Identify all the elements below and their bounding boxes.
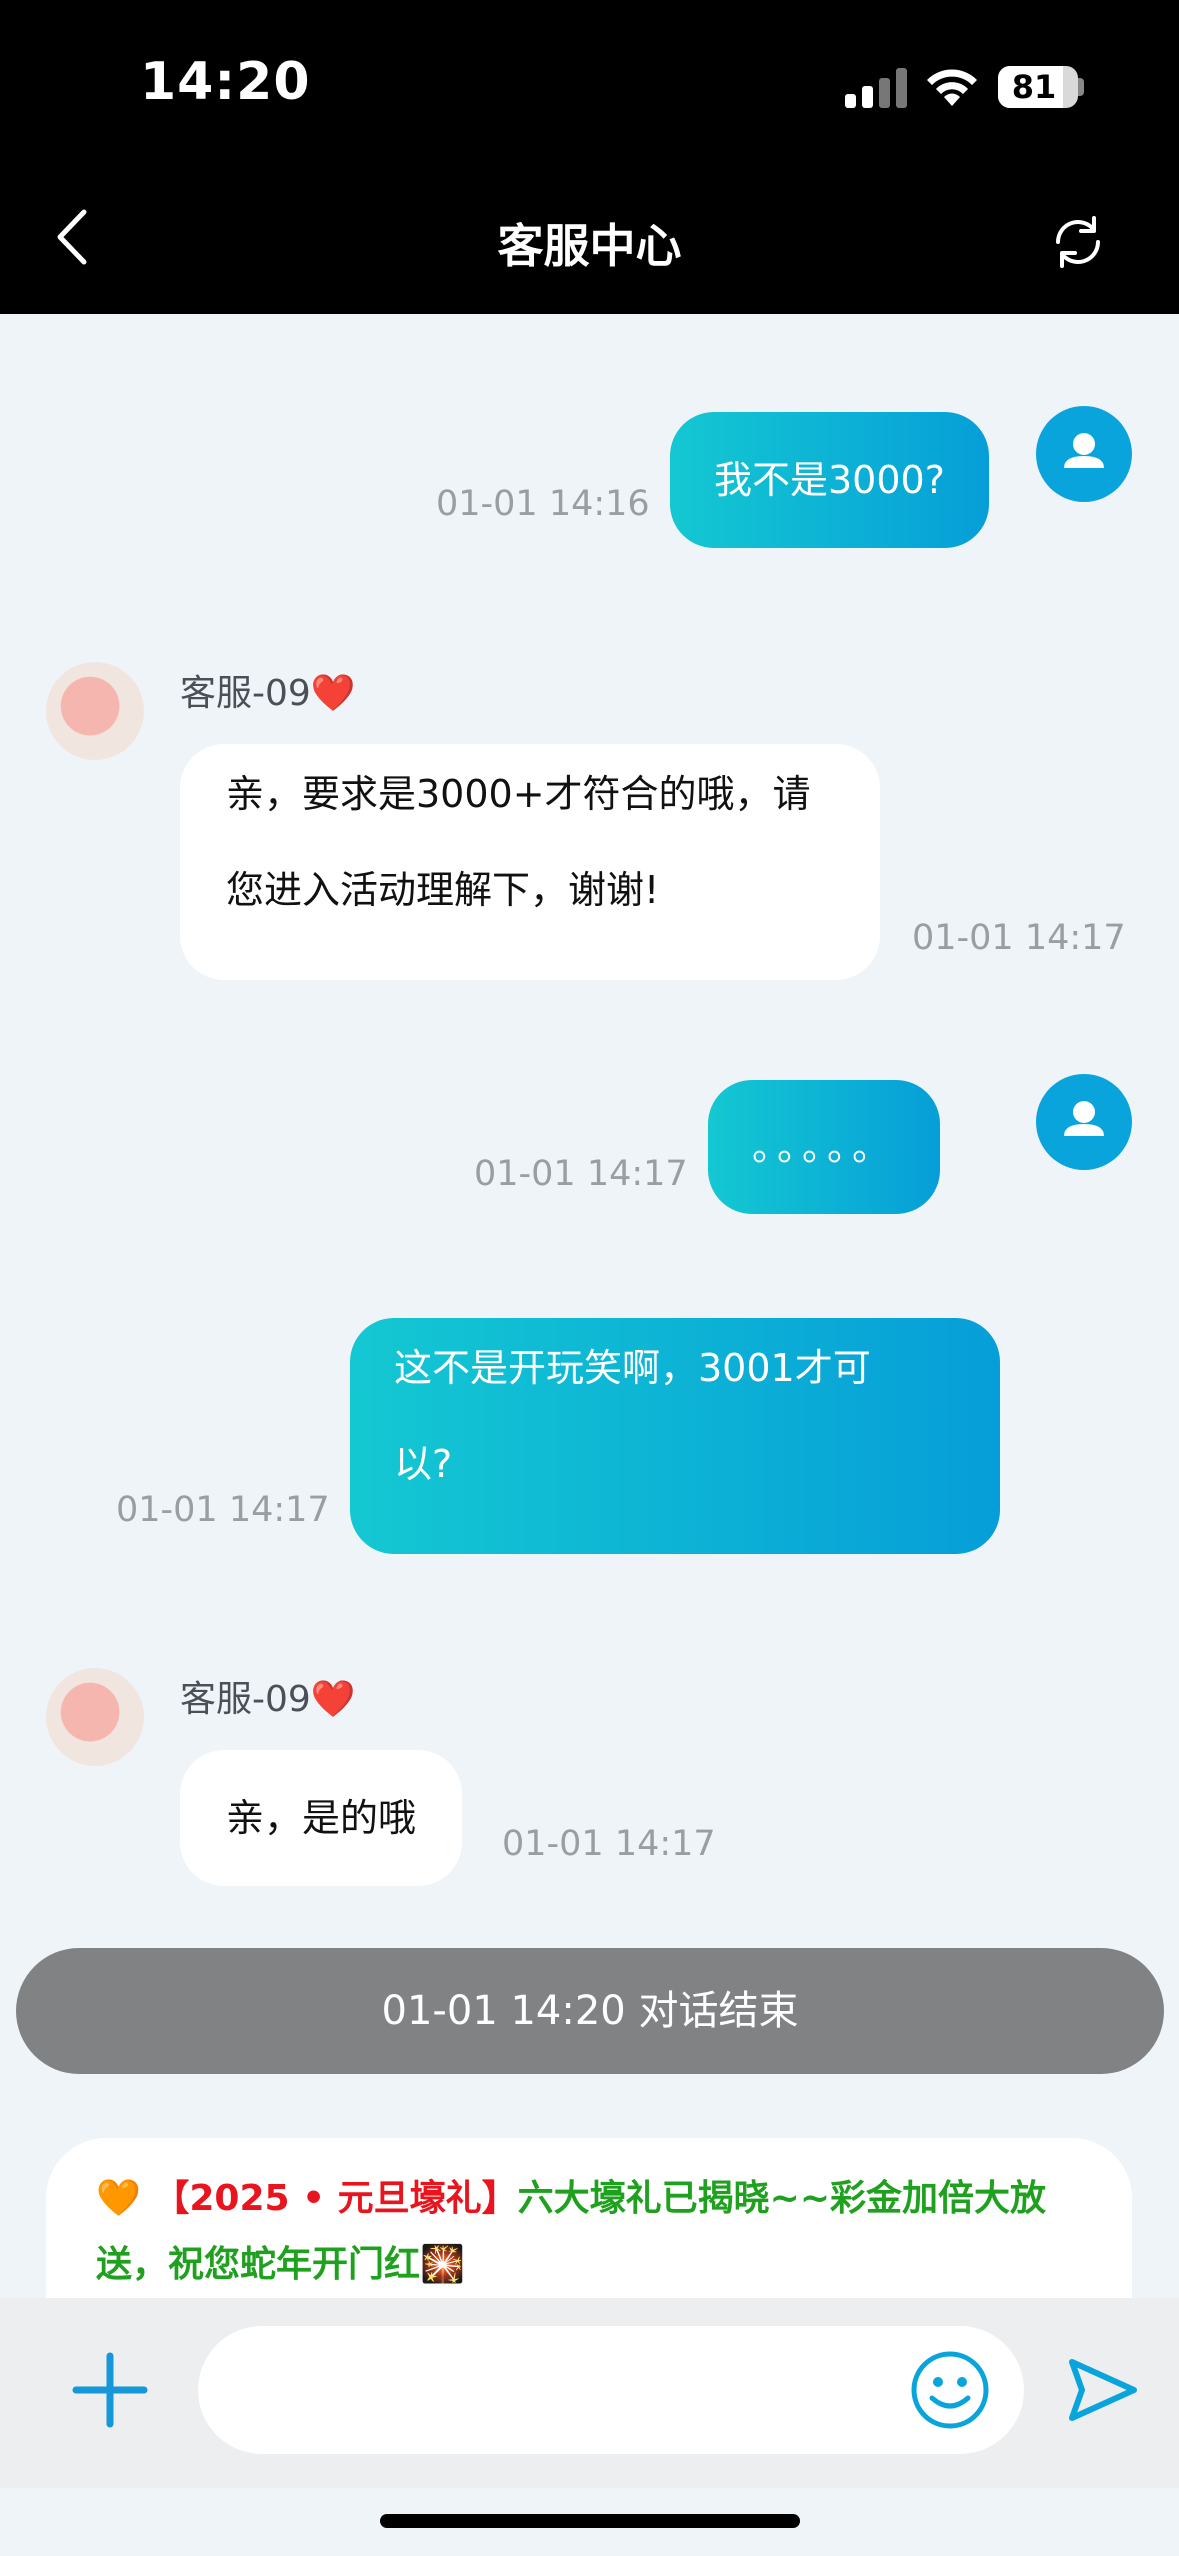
orange-heart-icon: 🧡 (96, 2178, 141, 2219)
promo-text[interactable]: 🧡 【2025 • 元旦壕礼】六大壕礼已揭晓~~彩金加倍大放送，祝您蛇年开门红🎇 (96, 2166, 1082, 2298)
message-text-line: 这不是开玩笑啊，3001才可 (394, 1346, 871, 1390)
message-time: 01-01 14:17 (116, 1490, 330, 1530)
chat-list[interactable]: 我不是3000? 01-01 14:16 客服-09❤️ 亲，要求是3000+才… (0, 314, 1179, 2298)
agent-message-bubble[interactable]: 亲，是的哦 (180, 1750, 463, 1886)
user-avatar (1036, 1074, 1132, 1170)
plus-icon[interactable] (70, 2350, 150, 2430)
cellular-signal-icon (845, 68, 907, 108)
home-indicator (380, 2514, 800, 2528)
message-text-line: 亲，要求是3000+才符合的哦，请 (226, 772, 811, 816)
agent-avatar (46, 1668, 144, 1766)
message-input[interactable] (198, 2326, 1024, 2454)
send-icon[interactable] (1062, 2350, 1142, 2430)
user-message-bubble[interactable]: 这不是开玩笑啊，3001才可 以? (350, 1318, 1000, 1554)
message-time: 01-01 14:17 (474, 1154, 688, 1194)
emoji-icon[interactable] (908, 2348, 992, 2432)
agent-name: 客服-09❤️ (180, 673, 356, 714)
firework-icon: 🎇 (420, 2244, 465, 2285)
message-text: 。。。。。 (752, 1125, 897, 1169)
message-text-line: 以? (394, 1442, 453, 1486)
message-text: 亲，是的哦 (226, 1796, 417, 1840)
heart-icon: ❤️ (310, 1679, 356, 1720)
status-time: 14:20 (140, 52, 311, 112)
input-bar (0, 2298, 1179, 2488)
message-time: 01-01 14:17 (912, 918, 1126, 958)
message-text-line: 您进入活动理解下，谢谢! (226, 868, 660, 912)
promo-card[interactable]: 🧡 【2025 • 元旦壕礼】六大壕礼已揭晓~~彩金加倍大放送，祝您蛇年开门红🎇 (46, 2138, 1132, 2298)
battery-tip (1078, 78, 1084, 96)
user-person-icon (1064, 1101, 1104, 1136)
page-title: 客服中心 (497, 219, 682, 273)
message-text: 我不是3000? (714, 458, 945, 502)
heart-icon: ❤️ (310, 673, 356, 714)
message-time: 01-01 14:17 (502, 1824, 716, 1864)
user-person-icon (1064, 433, 1104, 468)
battery-percent: 81 (1011, 68, 1057, 106)
battery-icon: 81 (998, 66, 1078, 108)
promo-title: 【2025 • 元旦壕礼】 (153, 2178, 518, 2219)
user-message-bubble[interactable]: 。。。。。 (708, 1080, 941, 1214)
status-bar: 14:20 81 (0, 0, 1179, 160)
user-message-bubble[interactable]: 我不是3000? (670, 412, 989, 548)
nav-bar: 客服中心 (0, 160, 1179, 314)
user-avatar (1036, 406, 1132, 502)
refresh-icon[interactable] (1048, 212, 1108, 272)
agent-message-bubble[interactable]: 亲，要求是3000+才符合的哦，请 您进入活动理解下，谢谢! (180, 744, 880, 980)
wifi-icon (927, 69, 977, 106)
agent-name: 客服-09❤️ (180, 1679, 356, 1720)
session-end-banner: 01-01 14:20 对话结束 (16, 1948, 1164, 2074)
message-time: 01-01 14:16 (436, 484, 650, 524)
agent-avatar (46, 662, 144, 760)
